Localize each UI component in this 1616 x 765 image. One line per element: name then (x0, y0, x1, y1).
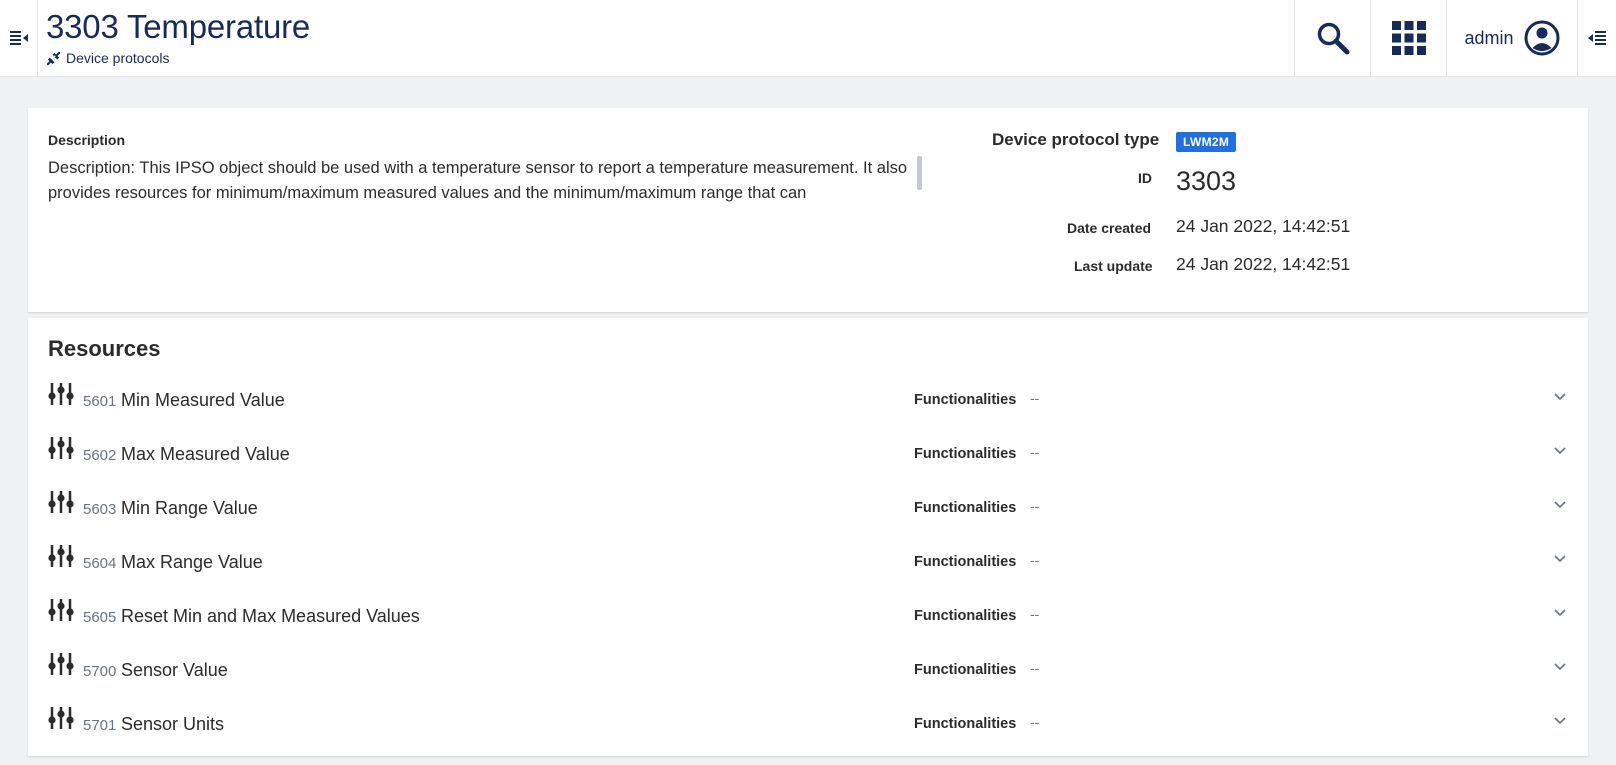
last-update-label: Last update (1074, 258, 1153, 274)
page-title: 3303 Temperature (46, 8, 311, 45)
functionalities-value: -- (1030, 390, 1040, 406)
chevron-down-icon[interactable] (1554, 447, 1566, 455)
date-created-label: Date created (1067, 220, 1152, 236)
resource-name: Sensor Units (121, 714, 225, 734)
resource-row-5602[interactable]: 5602 Max Measured Value Functionalities … (28, 429, 1588, 483)
resource-row-5604[interactable]: 5604 Max Range Value Functionalities -- (28, 537, 1588, 591)
sliders-icon (48, 491, 74, 513)
resource-row-5603[interactable]: 5603 Min Range Value Functionalities -- (28, 483, 1588, 537)
resource-name: Max Range Value (121, 552, 263, 572)
resource-id: 5604 (83, 555, 117, 572)
breadcrumb-label[interactable]: Device protocols (66, 50, 170, 66)
chevron-down-icon[interactable] (1554, 609, 1566, 617)
sliders-icon (48, 383, 74, 405)
search-icon (1317, 22, 1349, 55)
resource-id: 5603 (83, 501, 117, 518)
chevron-down-icon[interactable] (1554, 501, 1566, 509)
functionalities-label: Functionalities (914, 446, 1017, 462)
left-drawer-toggle[interactable] (0, 0, 38, 76)
resources-card: Resources 5601 Min Measured Value Functi… (28, 318, 1588, 756)
functionalities-label: Functionalities (914, 500, 1017, 516)
chevron-down-icon[interactable] (1554, 555, 1566, 563)
title-block: 3303 Temperature Device protocols (38, 0, 1294, 76)
sliders-icon (48, 545, 74, 567)
last-update-value: 24 Jan 2022, 14:42:51 (1176, 254, 1351, 274)
protocol-type-badge: LWM2M (1176, 132, 1237, 152)
functionalities-label: Functionalities (914, 662, 1017, 678)
sliders-icon (48, 599, 74, 621)
resource-name: Reset Min and Max Measured Values (121, 606, 420, 626)
sliders-icon (48, 653, 74, 675)
user-name: admin (1464, 27, 1514, 48)
id-label: ID (1138, 170, 1152, 186)
resource-name: Sensor Value (121, 660, 228, 680)
resource-id: 5701 (83, 717, 117, 734)
chevron-down-icon[interactable] (1554, 393, 1566, 401)
user-circle-icon (1524, 20, 1560, 56)
functionalities-value: -- (1030, 660, 1040, 676)
resource-row-5605[interactable]: 5605 Reset Min and Max Measured Values F… (28, 591, 1588, 645)
sliders-icon (48, 437, 74, 459)
functionalities-label: Functionalities (914, 608, 1017, 624)
resource-row-5700[interactable]: 5700 Sensor Value Functionalities -- (28, 645, 1588, 699)
apps-grid-icon (1391, 21, 1426, 55)
sliders-icon (48, 707, 74, 729)
functionalities-value: -- (1030, 444, 1040, 460)
functionalities-label: Functionalities (914, 392, 1017, 408)
resource-name: Max Measured Value (121, 444, 290, 464)
top-bar: 3303 Temperature Device protocols admin (0, 0, 1616, 77)
description-text: Description: This IPSO object should be … (48, 159, 908, 202)
resource-name: Min Measured Value (121, 390, 285, 410)
functionalities-value: -- (1030, 498, 1040, 514)
resource-id: 5700 (83, 663, 117, 680)
chevron-down-icon[interactable] (1554, 717, 1566, 725)
protocol-type-label: Device protocol type (992, 130, 1160, 149)
right-drawer-toggle[interactable] (1577, 0, 1616, 76)
resource-id: 5605 (83, 609, 117, 626)
functionalities-value: -- (1030, 714, 1040, 730)
plug-icon (46, 51, 61, 65)
resource-row-5601[interactable]: 5601 Min Measured Value Functionalities … (28, 375, 1588, 429)
menu-collapse-icon (9, 31, 28, 45)
functionalities-value: -- (1030, 606, 1040, 622)
resource-id: 5602 (83, 447, 117, 464)
user-menu-button[interactable]: admin (1446, 0, 1577, 76)
app-switcher-button[interactable] (1370, 0, 1446, 76)
functionalities-label: Functionalities (914, 554, 1017, 570)
resource-id: 5601 (83, 393, 117, 410)
description-label: Description (48, 132, 126, 148)
resources-title: Resources (48, 336, 161, 361)
description-scrollbar[interactable] (917, 156, 922, 190)
functionalities-label: Functionalities (914, 716, 1017, 732)
id-value: 3303 (1176, 166, 1237, 196)
resource-row-5701[interactable]: 5701 Sensor Units Functionalities -- (28, 699, 1588, 753)
date-created-value: 24 Jan 2022, 14:42:51 (1176, 216, 1351, 236)
search-button[interactable] (1294, 0, 1370, 76)
functionalities-value: -- (1030, 552, 1040, 568)
breadcrumb[interactable]: Device protocols (46, 50, 1294, 66)
chevron-down-icon[interactable] (1554, 663, 1566, 671)
resource-name: Min Range Value (121, 498, 258, 518)
protocol-info-card: Description Description: This IPSO objec… (28, 108, 1588, 312)
menu-expand-icon (1588, 31, 1606, 45)
